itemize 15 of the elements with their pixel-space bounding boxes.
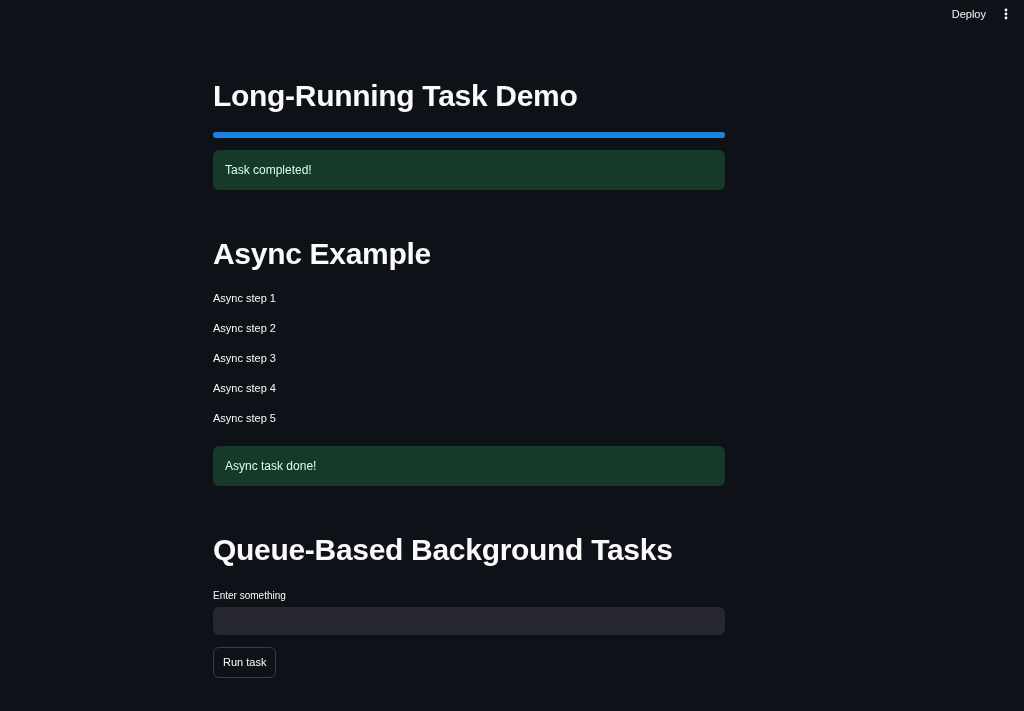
step-text: Async step 3	[213, 351, 276, 366]
step-text: Async step 2	[213, 321, 276, 336]
section-heading: Async Example	[213, 236, 432, 272]
step-text: Async step 4	[213, 381, 276, 396]
text-input-field[interactable]	[213, 607, 725, 635]
run-task-button[interactable]: Run task	[213, 647, 277, 678]
success-alert: Task completed!	[213, 150, 725, 190]
deploy-button[interactable]: Deploy	[947, 3, 990, 25]
step-text: Async step 5	[213, 411, 276, 426]
success-alert: Async task done!	[213, 446, 725, 486]
step-text: Async step 1	[213, 291, 276, 306]
section-heading: Long-Running Task Demo	[213, 78, 579, 114]
field-label: Enter something	[213, 589, 287, 603]
more-menu-icon[interactable]	[1004, 8, 1008, 20]
section-heading: Queue-Based Background Tasks	[213, 532, 674, 568]
